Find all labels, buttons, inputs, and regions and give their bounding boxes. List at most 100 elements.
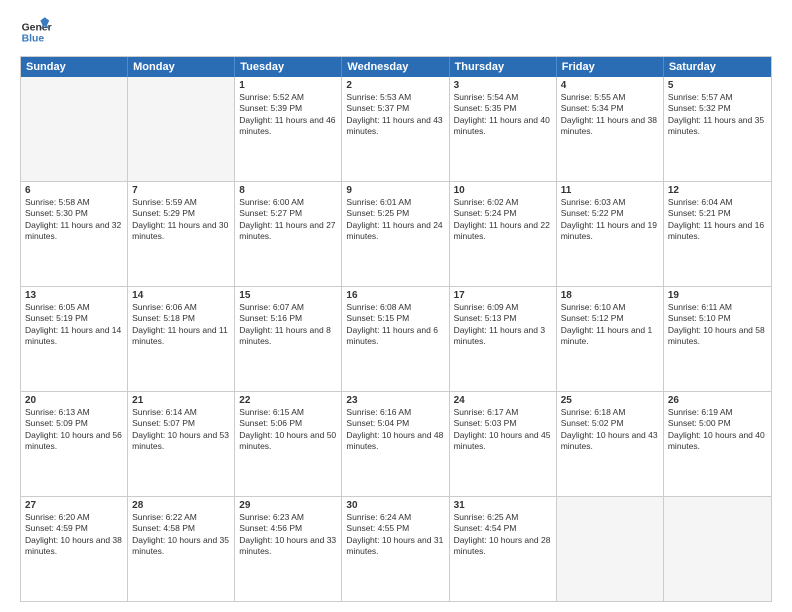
calendar-cell-r3-c6: 26Sunrise: 6:19 AMSunset: 5:00 PMDayligh…	[664, 392, 771, 496]
cell-text: Sunrise: 5:54 AMSunset: 5:35 PMDaylight:…	[454, 92, 552, 138]
calendar-cell-r2-c1: 14Sunrise: 6:06 AMSunset: 5:18 PMDayligh…	[128, 287, 235, 391]
cell-text: Sunrise: 6:23 AMSunset: 4:56 PMDaylight:…	[239, 512, 337, 558]
cell-text: Sunrise: 5:59 AMSunset: 5:29 PMDaylight:…	[132, 197, 230, 243]
day-number: 26	[668, 395, 767, 406]
calendar-row-4: 27Sunrise: 6:20 AMSunset: 4:59 PMDayligh…	[21, 496, 771, 601]
calendar-cell-r1-c2: 8Sunrise: 6:00 AMSunset: 5:27 PMDaylight…	[235, 182, 342, 286]
calendar-row-3: 20Sunrise: 6:13 AMSunset: 5:09 PMDayligh…	[21, 391, 771, 496]
cell-text: Sunrise: 6:24 AMSunset: 4:55 PMDaylight:…	[346, 512, 444, 558]
day-number: 18	[561, 290, 659, 301]
calendar-cell-r3-c3: 23Sunrise: 6:16 AMSunset: 5:04 PMDayligh…	[342, 392, 449, 496]
calendar-cell-r4-c2: 29Sunrise: 6:23 AMSunset: 4:56 PMDayligh…	[235, 497, 342, 601]
day-number: 1	[239, 80, 337, 91]
calendar: Sunday Monday Tuesday Wednesday Thursday…	[20, 56, 772, 602]
cell-text: Sunrise: 6:22 AMSunset: 4:58 PMDaylight:…	[132, 512, 230, 558]
cell-text: Sunrise: 5:55 AMSunset: 5:34 PMDaylight:…	[561, 92, 659, 138]
cell-text: Sunrise: 5:58 AMSunset: 5:30 PMDaylight:…	[25, 197, 123, 243]
calendar-cell-r0-c6: 5Sunrise: 5:57 AMSunset: 5:32 PMDaylight…	[664, 77, 771, 181]
day-number: 14	[132, 290, 230, 301]
day-number: 12	[668, 185, 767, 196]
header-saturday: Saturday	[664, 57, 771, 77]
day-number: 29	[239, 500, 337, 511]
header-monday: Monday	[128, 57, 235, 77]
calendar-cell-r3-c2: 22Sunrise: 6:15 AMSunset: 5:06 PMDayligh…	[235, 392, 342, 496]
logo: General Blue	[20, 16, 56, 48]
header-sunday: Sunday	[21, 57, 128, 77]
cell-text: Sunrise: 6:17 AMSunset: 5:03 PMDaylight:…	[454, 407, 552, 453]
day-number: 3	[454, 80, 552, 91]
day-number: 25	[561, 395, 659, 406]
calendar-body: 1Sunrise: 5:52 AMSunset: 5:39 PMDaylight…	[21, 77, 771, 601]
cell-text: Sunrise: 6:16 AMSunset: 5:04 PMDaylight:…	[346, 407, 444, 453]
calendar-cell-r0-c1	[128, 77, 235, 181]
logo-icon: General Blue	[20, 16, 52, 48]
cell-text: Sunrise: 6:19 AMSunset: 5:00 PMDaylight:…	[668, 407, 767, 453]
day-number: 17	[454, 290, 552, 301]
day-number: 20	[25, 395, 123, 406]
calendar-cell-r2-c4: 17Sunrise: 6:09 AMSunset: 5:13 PMDayligh…	[450, 287, 557, 391]
calendar-cell-r4-c1: 28Sunrise: 6:22 AMSunset: 4:58 PMDayligh…	[128, 497, 235, 601]
cell-text: Sunrise: 6:20 AMSunset: 4:59 PMDaylight:…	[25, 512, 123, 558]
day-number: 9	[346, 185, 444, 196]
calendar-cell-r0-c2: 1Sunrise: 5:52 AMSunset: 5:39 PMDaylight…	[235, 77, 342, 181]
cell-text: Sunrise: 6:18 AMSunset: 5:02 PMDaylight:…	[561, 407, 659, 453]
cell-text: Sunrise: 6:09 AMSunset: 5:13 PMDaylight:…	[454, 302, 552, 348]
calendar-row-1: 6Sunrise: 5:58 AMSunset: 5:30 PMDaylight…	[21, 181, 771, 286]
calendar-cell-r2-c0: 13Sunrise: 6:05 AMSunset: 5:19 PMDayligh…	[21, 287, 128, 391]
cell-text: Sunrise: 6:11 AMSunset: 5:10 PMDaylight:…	[668, 302, 767, 348]
calendar-cell-r1-c0: 6Sunrise: 5:58 AMSunset: 5:30 PMDaylight…	[21, 182, 128, 286]
calendar-cell-r2-c5: 18Sunrise: 6:10 AMSunset: 5:12 PMDayligh…	[557, 287, 664, 391]
day-number: 31	[454, 500, 552, 511]
day-number: 15	[239, 290, 337, 301]
calendar-cell-r4-c6	[664, 497, 771, 601]
cell-text: Sunrise: 6:00 AMSunset: 5:27 PMDaylight:…	[239, 197, 337, 243]
day-number: 19	[668, 290, 767, 301]
cell-text: Sunrise: 5:57 AMSunset: 5:32 PMDaylight:…	[668, 92, 767, 138]
day-number: 6	[25, 185, 123, 196]
day-number: 7	[132, 185, 230, 196]
cell-text: Sunrise: 6:10 AMSunset: 5:12 PMDaylight:…	[561, 302, 659, 348]
calendar-row-2: 13Sunrise: 6:05 AMSunset: 5:19 PMDayligh…	[21, 286, 771, 391]
calendar-cell-r4-c0: 27Sunrise: 6:20 AMSunset: 4:59 PMDayligh…	[21, 497, 128, 601]
calendar-row-0: 1Sunrise: 5:52 AMSunset: 5:39 PMDaylight…	[21, 77, 771, 181]
header-tuesday: Tuesday	[235, 57, 342, 77]
day-number: 28	[132, 500, 230, 511]
day-number: 8	[239, 185, 337, 196]
cell-text: Sunrise: 6:13 AMSunset: 5:09 PMDaylight:…	[25, 407, 123, 453]
day-number: 4	[561, 80, 659, 91]
calendar-cell-r4-c5	[557, 497, 664, 601]
calendar-cell-r4-c3: 30Sunrise: 6:24 AMSunset: 4:55 PMDayligh…	[342, 497, 449, 601]
calendar-header: Sunday Monday Tuesday Wednesday Thursday…	[21, 57, 771, 77]
calendar-cell-r2-c2: 15Sunrise: 6:07 AMSunset: 5:16 PMDayligh…	[235, 287, 342, 391]
calendar-cell-r1-c6: 12Sunrise: 6:04 AMSunset: 5:21 PMDayligh…	[664, 182, 771, 286]
day-number: 27	[25, 500, 123, 511]
calendar-cell-r3-c0: 20Sunrise: 6:13 AMSunset: 5:09 PMDayligh…	[21, 392, 128, 496]
cell-text: Sunrise: 6:03 AMSunset: 5:22 PMDaylight:…	[561, 197, 659, 243]
cell-text: Sunrise: 6:08 AMSunset: 5:15 PMDaylight:…	[346, 302, 444, 348]
day-number: 2	[346, 80, 444, 91]
cell-text: Sunrise: 6:01 AMSunset: 5:25 PMDaylight:…	[346, 197, 444, 243]
day-number: 23	[346, 395, 444, 406]
cell-text: Sunrise: 5:53 AMSunset: 5:37 PMDaylight:…	[346, 92, 444, 138]
cell-text: Sunrise: 6:15 AMSunset: 5:06 PMDaylight:…	[239, 407, 337, 453]
calendar-cell-r2-c6: 19Sunrise: 6:11 AMSunset: 5:10 PMDayligh…	[664, 287, 771, 391]
calendar-cell-r2-c3: 16Sunrise: 6:08 AMSunset: 5:15 PMDayligh…	[342, 287, 449, 391]
day-number: 21	[132, 395, 230, 406]
calendar-cell-r1-c4: 10Sunrise: 6:02 AMSunset: 5:24 PMDayligh…	[450, 182, 557, 286]
header-friday: Friday	[557, 57, 664, 77]
calendar-cell-r0-c4: 3Sunrise: 5:54 AMSunset: 5:35 PMDaylight…	[450, 77, 557, 181]
svg-text:Blue: Blue	[22, 34, 45, 45]
day-number: 16	[346, 290, 444, 301]
cell-text: Sunrise: 6:06 AMSunset: 5:18 PMDaylight:…	[132, 302, 230, 348]
calendar-cell-r0-c3: 2Sunrise: 5:53 AMSunset: 5:37 PMDaylight…	[342, 77, 449, 181]
day-number: 24	[454, 395, 552, 406]
day-number: 5	[668, 80, 767, 91]
day-number: 30	[346, 500, 444, 511]
calendar-cell-r1-c1: 7Sunrise: 5:59 AMSunset: 5:29 PMDaylight…	[128, 182, 235, 286]
calendar-cell-r1-c5: 11Sunrise: 6:03 AMSunset: 5:22 PMDayligh…	[557, 182, 664, 286]
day-number: 11	[561, 185, 659, 196]
calendar-cell-r3-c1: 21Sunrise: 6:14 AMSunset: 5:07 PMDayligh…	[128, 392, 235, 496]
day-number: 22	[239, 395, 337, 406]
cell-text: Sunrise: 6:04 AMSunset: 5:21 PMDaylight:…	[668, 197, 767, 243]
page: General Blue Sunday Monday Tuesday Wedne…	[0, 0, 792, 612]
